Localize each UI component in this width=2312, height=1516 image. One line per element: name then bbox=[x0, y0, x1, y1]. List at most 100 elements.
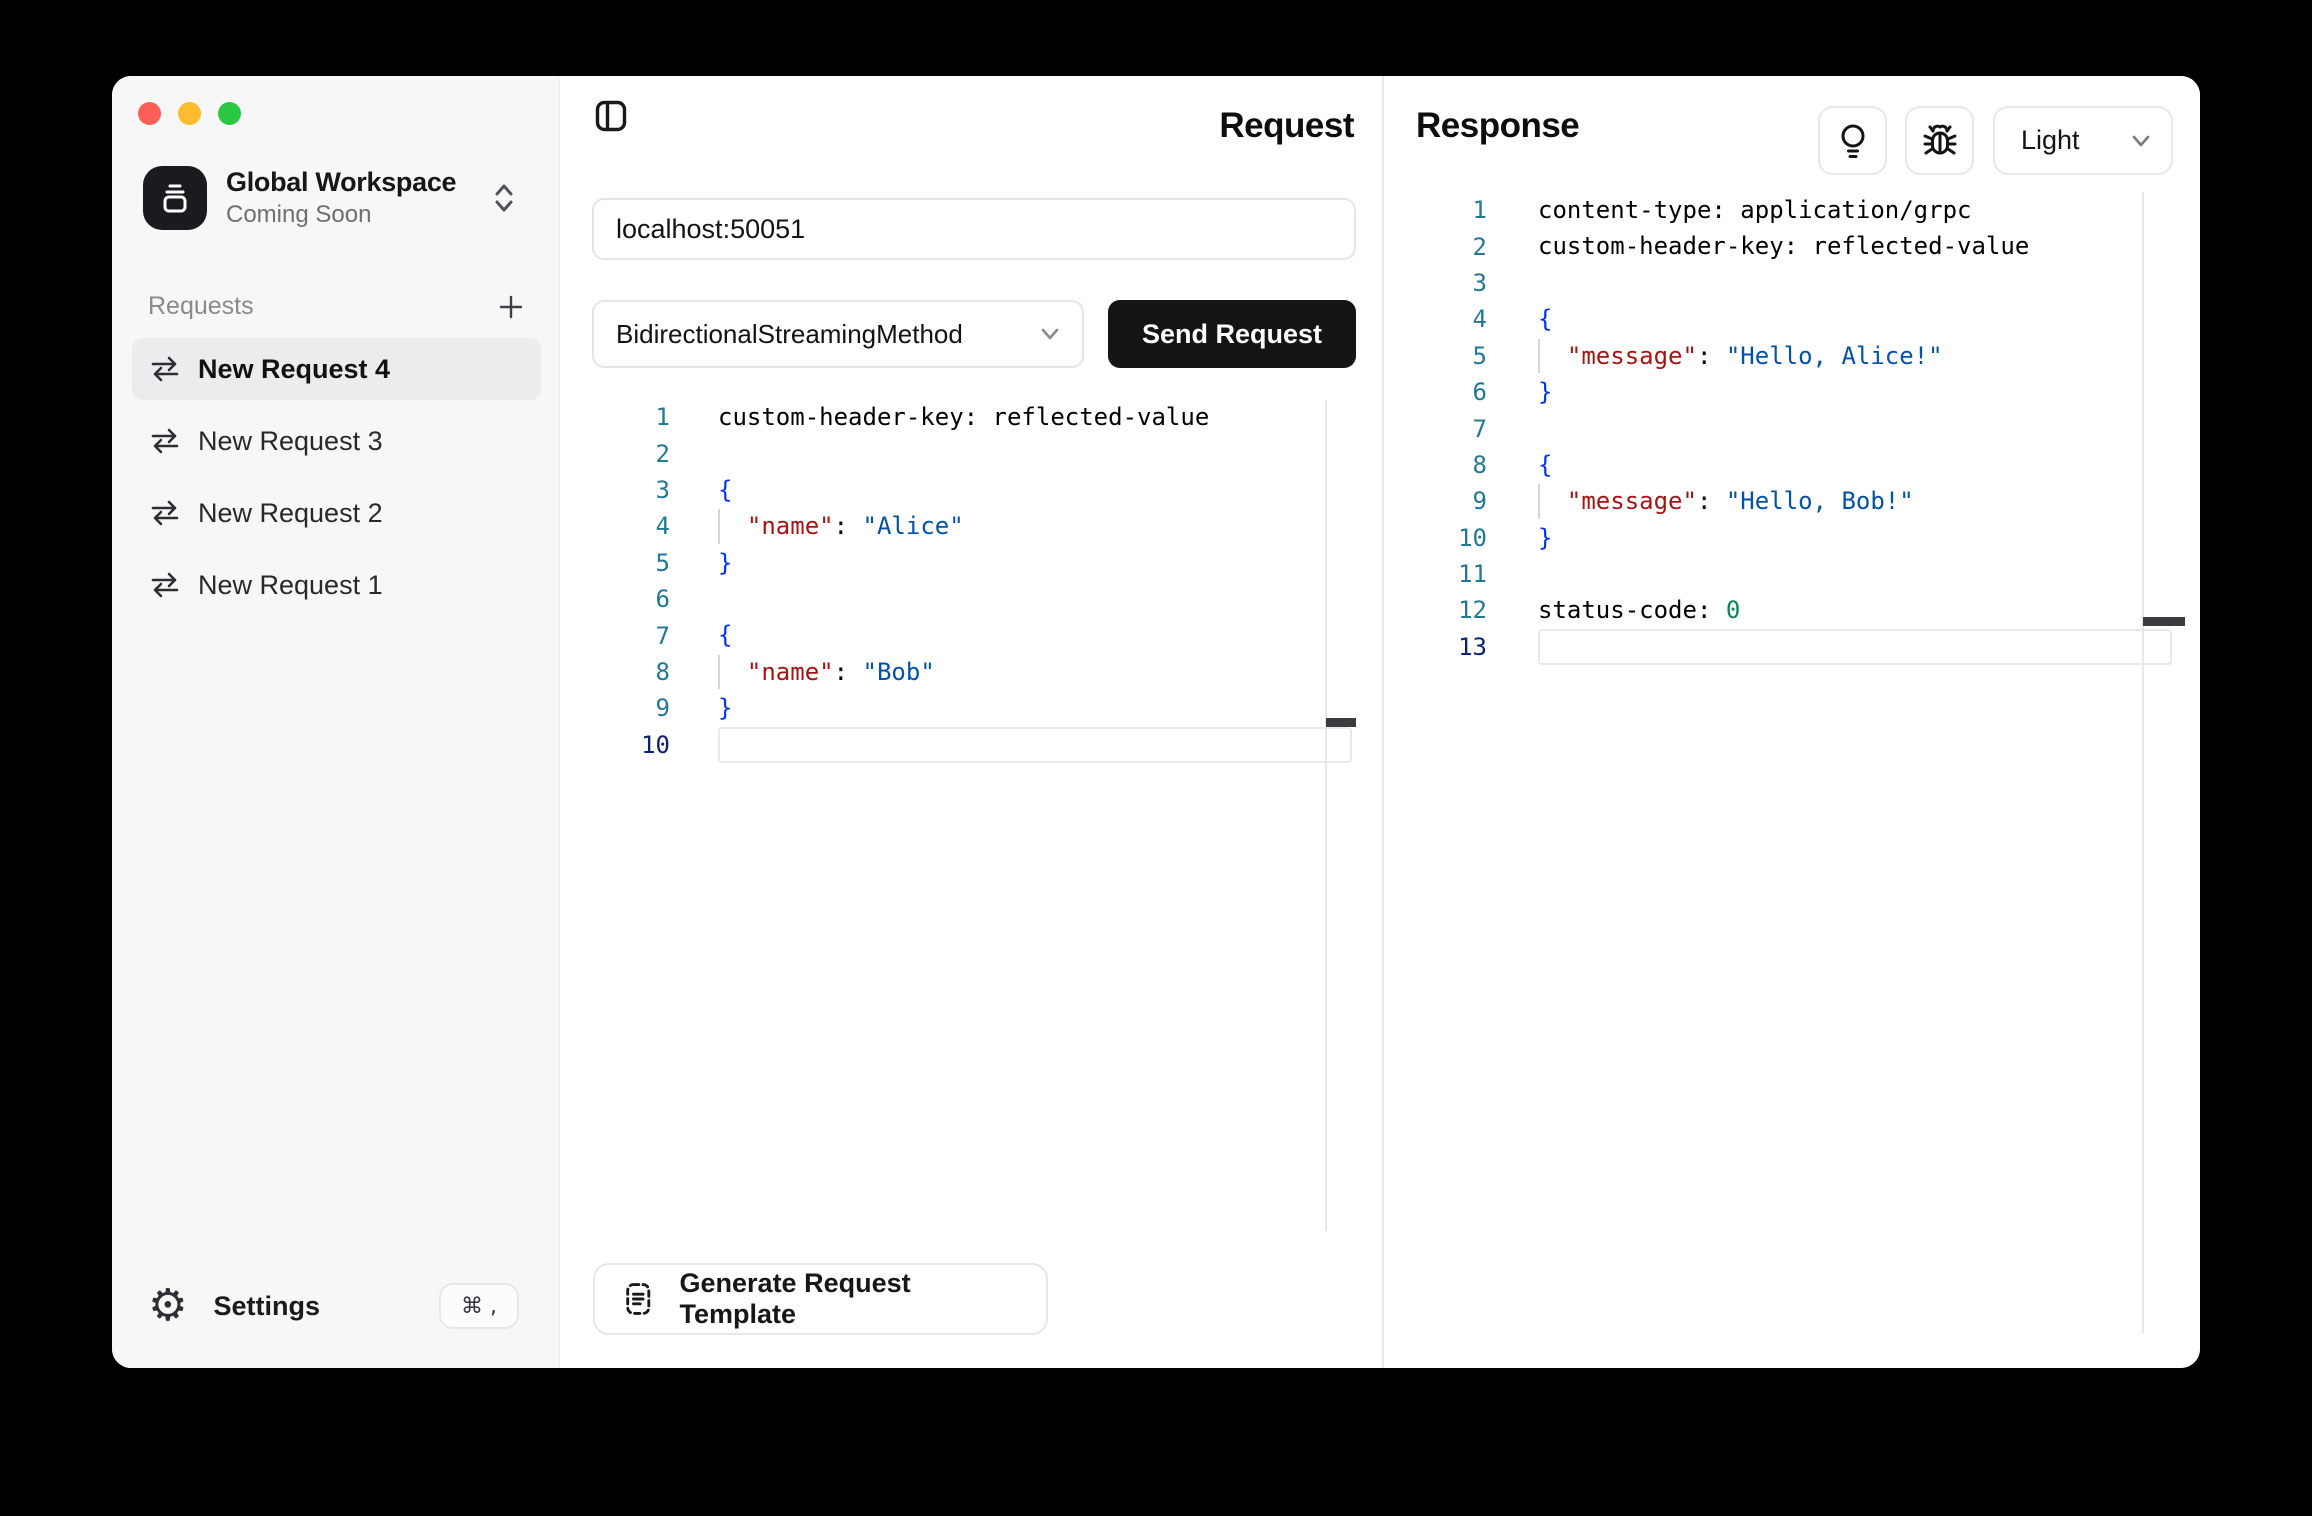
send-request-button[interactable]: Send Request bbox=[1108, 300, 1356, 368]
editor-line[interactable]: 8 { bbox=[1384, 447, 2200, 483]
line-code: { bbox=[718, 472, 732, 508]
minimize-window-button[interactable] bbox=[178, 102, 201, 125]
line-code: custom-header-key: reflected-value bbox=[1538, 228, 2029, 264]
code-token: { bbox=[718, 621, 732, 649]
line-code: custom-header-key: reflected-value bbox=[718, 399, 1209, 435]
code-token: { bbox=[1538, 451, 1552, 479]
editor-line[interactable]: 10 } bbox=[1384, 520, 2200, 556]
bug-icon bbox=[1920, 121, 1960, 161]
sidebar-item-request[interactable]: New Request 3 bbox=[132, 410, 541, 472]
workspace-switcher[interactable]: Global Workspace Coming Soon bbox=[143, 166, 533, 230]
workspace-text: Global Workspace Coming Soon bbox=[226, 167, 493, 229]
indent-guide-line bbox=[1538, 484, 1540, 518]
debug-button[interactable] bbox=[1905, 106, 1974, 175]
line-code: } bbox=[718, 690, 732, 726]
line-code bbox=[718, 727, 1352, 763]
editor-line[interactable]: 6 bbox=[560, 581, 1382, 617]
editor-line[interactable]: 5 } bbox=[560, 545, 1382, 581]
line-code: "message": "Hello, Alice!" bbox=[1538, 338, 1943, 374]
zoom-window-button[interactable] bbox=[218, 102, 241, 125]
editor-line[interactable]: 10 bbox=[560, 727, 1382, 763]
line-code: } bbox=[718, 545, 732, 581]
line-code bbox=[1538, 629, 2172, 665]
code-token bbox=[1538, 487, 1567, 515]
editor-line[interactable]: 12 status-code: 0 bbox=[1384, 592, 2200, 628]
code-token bbox=[718, 658, 747, 686]
response-header: Response bbox=[1384, 106, 2200, 176]
editor-line[interactable]: 7 bbox=[1384, 410, 2200, 446]
code-token bbox=[718, 512, 747, 540]
code-token: "Bob" bbox=[863, 658, 935, 686]
bidirectional-arrows-icon bbox=[150, 572, 180, 598]
editor-overview-ruler bbox=[2142, 192, 2144, 1333]
sidebar-toggle-icon[interactable] bbox=[595, 100, 627, 132]
server-url-input[interactable] bbox=[592, 198, 1356, 260]
code-token: : bbox=[1697, 342, 1726, 370]
response-title: Response bbox=[1416, 106, 1579, 146]
editor-line[interactable]: 3 bbox=[1384, 265, 2200, 301]
editor-line[interactable]: 4 { bbox=[1384, 301, 2200, 337]
requests-header: Requests bbox=[148, 292, 523, 321]
window-controls bbox=[138, 102, 241, 125]
editor-line[interactable]: 9 "message": "Hello, Bob!" bbox=[1384, 483, 2200, 519]
close-window-button[interactable] bbox=[138, 102, 161, 125]
line-number: 6 bbox=[560, 585, 670, 613]
request-item-label: New Request 3 bbox=[198, 426, 383, 457]
editor-line[interactable]: 6 } bbox=[1384, 374, 2200, 410]
line-code: { bbox=[718, 617, 732, 653]
workspace-title: Global Workspace bbox=[226, 167, 493, 198]
code-token: "name" bbox=[747, 658, 834, 686]
line-number: 10 bbox=[1384, 524, 1487, 552]
code-token: custom-header-key: reflected-value bbox=[718, 403, 1209, 431]
code-token: } bbox=[718, 694, 732, 722]
editor-line[interactable]: 11 bbox=[1384, 556, 2200, 592]
code-token: "message" bbox=[1567, 342, 1697, 370]
editor-line[interactable]: 3 { bbox=[560, 472, 1382, 508]
line-number: 8 bbox=[560, 658, 670, 686]
code-token: : bbox=[834, 512, 863, 540]
method-dropdown[interactable]: BidirectionalStreamingMethod bbox=[592, 300, 1084, 368]
chevron-down-icon bbox=[1040, 327, 1060, 341]
template-icon bbox=[621, 1280, 656, 1318]
sidebar: Global Workspace Coming Soon Requests bbox=[112, 76, 560, 1368]
method-row: BidirectionalStreamingMethod Send Reques… bbox=[592, 300, 1356, 368]
editor-line[interactable]: 7 { bbox=[560, 617, 1382, 653]
sidebar-item-request[interactable]: New Request 1 bbox=[132, 554, 541, 616]
workspace-icon bbox=[143, 166, 207, 230]
editor-line[interactable]: 1 custom-header-key: reflected-value bbox=[560, 399, 1382, 435]
code-token: } bbox=[1538, 378, 1552, 406]
sidebar-item-request[interactable]: New Request 4 bbox=[132, 338, 541, 400]
hints-button[interactable] bbox=[1818, 106, 1887, 175]
editor-line[interactable]: 9 } bbox=[560, 690, 1382, 726]
code-token: } bbox=[718, 549, 732, 577]
line-number: 4 bbox=[560, 512, 670, 540]
method-name: BidirectionalStreamingMethod bbox=[616, 319, 1040, 350]
response-panel: Response bbox=[1384, 76, 2200, 1368]
sidebar-item-request[interactable]: New Request 2 bbox=[132, 482, 541, 544]
response-editor[interactable]: 1 content-type: application/grpc 2 custo… bbox=[1384, 192, 2200, 665]
cursor-position-marker bbox=[1326, 718, 1356, 727]
editor-line[interactable]: 4 "name": "Alice" bbox=[560, 508, 1382, 544]
editor-line[interactable]: 13 bbox=[1384, 629, 2200, 665]
settings-button[interactable]: ⚙ Settings ⌘ , bbox=[140, 1276, 531, 1336]
request-item-label: New Request 2 bbox=[198, 498, 383, 529]
add-request-button[interactable] bbox=[499, 295, 523, 319]
line-code: content-type: application/grpc bbox=[1538, 192, 1971, 228]
request-editor[interactable]: 1 custom-header-key: reflected-value 2 3… bbox=[560, 399, 1382, 763]
generate-template-button[interactable]: Generate Request Template bbox=[593, 1263, 1048, 1335]
editor-line[interactable]: 2 bbox=[560, 435, 1382, 471]
editor-line[interactable]: 5 "message": "Hello, Alice!" bbox=[1384, 338, 2200, 374]
line-code: status-code: 0 bbox=[1538, 592, 1740, 628]
chevron-updown-icon bbox=[493, 182, 515, 214]
line-number: 13 bbox=[1384, 633, 1487, 661]
editor-line[interactable]: 2 custom-header-key: reflected-value bbox=[1384, 228, 2200, 264]
line-code: "name": "Alice" bbox=[718, 508, 964, 544]
editor-line[interactable]: 8 "name": "Bob" bbox=[560, 654, 1382, 690]
line-number: 1 bbox=[1384, 196, 1487, 224]
indent-guide-line bbox=[1538, 339, 1540, 373]
theme-dropdown[interactable]: Light bbox=[1993, 106, 2173, 175]
code-token: "Hello, Bob!" bbox=[1726, 487, 1914, 515]
screen-background: Global Workspace Coming Soon Requests bbox=[0, 0, 2312, 1516]
line-code: "name": "Bob" bbox=[718, 654, 935, 690]
editor-line[interactable]: 1 content-type: application/grpc bbox=[1384, 192, 2200, 228]
